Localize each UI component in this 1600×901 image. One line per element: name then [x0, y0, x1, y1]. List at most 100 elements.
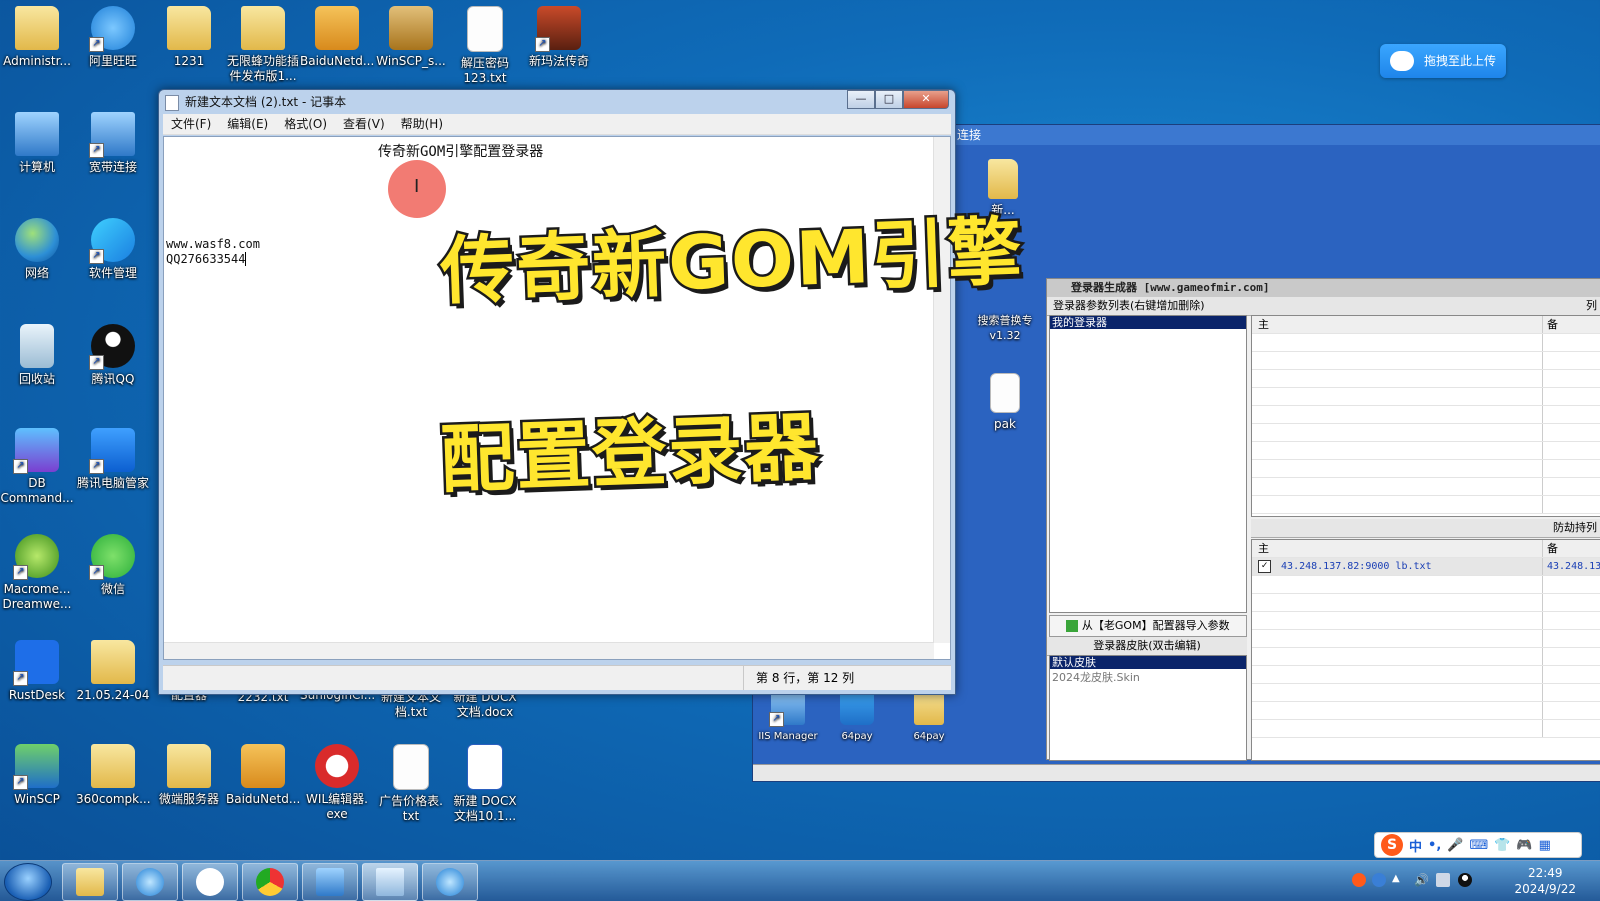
sogou-tray-icon[interactable]: [1352, 873, 1366, 887]
taskbar-explorer[interactable]: [62, 863, 118, 901]
grid-row[interactable]: [1252, 334, 1600, 352]
taskbar-browser-2[interactable]: [422, 863, 478, 901]
grid-row[interactable]: [1252, 424, 1600, 442]
taskbar-notepad[interactable]: [362, 863, 418, 901]
drag-upload-button[interactable]: 拖拽至此上传: [1380, 44, 1506, 78]
desktop-icon-winscp-setup[interactable]: WinSCP_s...: [374, 6, 448, 69]
grid-row[interactable]: [1252, 612, 1600, 630]
grid-row[interactable]: [1252, 648, 1600, 666]
qq-tray-icon[interactable]: [1458, 873, 1472, 887]
clock[interactable]: 22:49 2024/9/22: [1514, 865, 1576, 897]
grid-row[interactable]: [1252, 576, 1600, 594]
desktop-icon-network[interactable]: 网络: [0, 218, 74, 281]
desktop-icon-mir-game[interactable]: ↗ 新玛法传奇: [522, 6, 596, 69]
desktop-icon-winscp[interactable]: ↗ WinSCP: [0, 744, 74, 807]
anti-hijack-row[interactable]: ✓ 43.248.137.82:9000 lb.txt 43.248.13: [1252, 558, 1600, 576]
bg-64pay-folder[interactable]: 64pay: [899, 687, 959, 744]
network-tray-icon[interactable]: [1436, 873, 1450, 887]
row-checkbox[interactable]: ✓: [1258, 560, 1271, 573]
grid-row[interactable]: [1252, 478, 1600, 496]
bg-search-replace[interactable]: 搜索普换专 v1.32: [963, 313, 1047, 343]
import-from-old-gom-button[interactable]: 从【老GOM】配置器导入参数: [1049, 615, 1247, 637]
skin-item-dragon[interactable]: 2024龙皮肤.Skin: [1050, 669, 1246, 685]
desktop-icon-wechat[interactable]: ↗ 微信: [76, 534, 150, 597]
game-icon[interactable]: 🎮: [1516, 838, 1532, 853]
menu-file[interactable]: 文件(F): [163, 114, 219, 134]
icon-label: Macrome... Dreamwe...: [2, 582, 72, 611]
desktop-icon-password-txt[interactable]: 解压密码 123.txt: [448, 6, 522, 86]
desktop-icon-dreamweaver[interactable]: ↗ Macrome... Dreamwe...: [0, 534, 74, 612]
punctuation-icon[interactable]: •,: [1428, 838, 1441, 853]
bg-pak-file[interactable]: pak: [981, 373, 1029, 432]
grid-row[interactable]: [1252, 388, 1600, 406]
help-icon[interactable]: [1372, 873, 1386, 887]
menu-format[interactable]: 格式(O): [276, 114, 335, 134]
desktop-icon-wil-editor[interactable]: WIL编辑器. exe: [300, 744, 374, 822]
text-file-icon: [467, 6, 503, 52]
param-list[interactable]: 我的登录器: [1049, 315, 1247, 613]
skin-icon[interactable]: 👕: [1494, 838, 1510, 853]
skin-item-default[interactable]: 默认皮肤: [1050, 656, 1246, 669]
desktop-icon-aliwangwang[interactable]: ↗ 阿里旺旺: [76, 6, 150, 69]
desktop-icon-360compk[interactable]: 360compk...: [76, 744, 151, 807]
keyboard-icon[interactable]: ⌨: [1469, 838, 1488, 853]
grid-row[interactable]: [1252, 594, 1600, 612]
grid-menu-icon[interactable]: ▦: [1539, 838, 1551, 853]
menu-edit[interactable]: 编辑(E): [219, 114, 276, 134]
grid-row[interactable]: [1252, 720, 1600, 738]
param-list-item-selected[interactable]: 我的登录器: [1050, 316, 1246, 329]
desktop-icon-dbcommand[interactable]: ↗ DB Command...: [0, 428, 74, 506]
server-grid[interactable]: 主备: [1251, 315, 1600, 517]
grid-row[interactable]: [1252, 684, 1600, 702]
notepad-titlebar[interactable]: 新建文本文档 (2).txt - 记事本 — □ ✕: [159, 90, 955, 114]
icon-label: 广告价格表. txt: [379, 794, 443, 823]
desktop-icon-recycle-bin[interactable]: 回收站: [0, 324, 74, 387]
desktop-icon-new-docx-10[interactable]: 新建 DOCX 文档10.1...: [448, 744, 522, 824]
horizontal-scrollbar[interactable]: [164, 642, 934, 659]
taskbar-baidunetdisk[interactable]: [182, 863, 238, 901]
grid-row[interactable]: [1252, 630, 1600, 648]
bg-64pay-zip[interactable]: 64pay: [827, 687, 887, 744]
grid-row[interactable]: [1252, 460, 1600, 478]
taskbar-browser[interactable]: [122, 863, 178, 901]
menu-help[interactable]: 帮助(H): [393, 114, 451, 134]
desktop-icon-1231[interactable]: 1231: [152, 6, 226, 69]
desktop-icon-baidunetdisk-2[interactable]: BaiduNetd...: [226, 744, 300, 807]
desktop-icon-administrator[interactable]: Administr...: [0, 6, 74, 69]
microphone-icon[interactable]: 🎤: [1447, 838, 1463, 853]
taskbar-chrome[interactable]: [242, 863, 298, 901]
grid-row[interactable]: [1252, 352, 1600, 370]
desktop-icon-software-manager[interactable]: ↗ 软件管理: [76, 218, 150, 281]
grid-row[interactable]: [1252, 406, 1600, 424]
grid-row[interactable]: [1252, 702, 1600, 720]
skin-list[interactable]: 默认皮肤 2024龙皮肤.Skin: [1049, 655, 1247, 761]
chevron-up-icon[interactable]: ▲: [1392, 873, 1406, 887]
bg-iis-manager[interactable]: ↗ IIS Manager: [753, 687, 823, 744]
desktop-icon-plugin[interactable]: 无限蜂功能插 件发布版1...: [226, 6, 300, 84]
anti-hijack-grid[interactable]: 主备 ✓ 43.248.137.82:9000 lb.txt 43.248.13: [1251, 539, 1600, 761]
taskbar-server-tool[interactable]: [302, 863, 358, 901]
desktop-icon-rustdesk[interactable]: ↗ RustDesk: [0, 640, 74, 703]
desktop-icon-folder-210524[interactable]: 21.05.24-04: [76, 640, 150, 703]
minimize-button[interactable]: —: [847, 90, 875, 109]
desktop-icon-broadband[interactable]: ↗ 宽带连接: [76, 112, 150, 175]
grid-row[interactable]: [1252, 442, 1600, 460]
desktop-icon-computer[interactable]: 计算机: [0, 112, 74, 175]
desktop-icon-micro-server[interactable]: 微端服务器: [152, 744, 226, 807]
start-button[interactable]: [4, 863, 52, 901]
icon-label: IIS Manager: [758, 731, 818, 742]
bg-horizontal-scrollbar[interactable]: [753, 764, 1600, 781]
ime-mode[interactable]: 中: [1409, 836, 1422, 855]
ime-toolbar[interactable]: S 中 •, 🎤 ⌨ 👕 🎮 ▦: [1374, 832, 1582, 858]
desktop-icon-ad-price-txt[interactable]: 广告价格表. txt: [374, 744, 448, 824]
desktop-icon-tencent-pc-manager[interactable]: ↗ 腾讯电脑管家: [76, 428, 150, 491]
grid-row[interactable]: [1252, 370, 1600, 388]
desktop-icon-qq[interactable]: ↗ 腾讯QQ: [76, 324, 150, 387]
maximize-button[interactable]: □: [875, 90, 903, 109]
desktop-icon-baidunetdisk[interactable]: BaiduNetd...: [300, 6, 374, 69]
volume-icon[interactable]: 🔊: [1414, 873, 1429, 887]
menu-view[interactable]: 查看(V): [335, 114, 393, 134]
grid-row[interactable]: [1252, 496, 1600, 514]
close-button[interactable]: ✕: [903, 90, 949, 109]
grid-row[interactable]: [1252, 666, 1600, 684]
